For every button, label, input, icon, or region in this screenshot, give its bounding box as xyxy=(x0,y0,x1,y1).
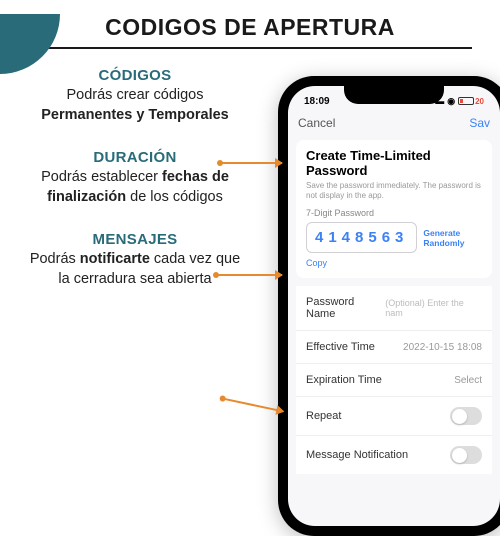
expiration-value: Select xyxy=(454,375,482,386)
generate-button[interactable]: Generate Randomly xyxy=(423,228,482,248)
password-name-row[interactable]: Password Name (Optional) Enter the nam xyxy=(296,286,492,331)
notification-toggle[interactable] xyxy=(450,446,482,464)
arrow-icon xyxy=(222,398,283,413)
cancel-button[interactable]: Cancel xyxy=(298,116,335,130)
name-placeholder: (Optional) Enter the nam xyxy=(385,298,482,318)
settings-list: Password Name (Optional) Enter the nam E… xyxy=(296,286,492,474)
nav-bar: Cancel Sav xyxy=(288,112,500,134)
phone-notch xyxy=(344,86,444,104)
section-duration: DURACIÓN Podrás establecer fechas de fin… xyxy=(24,149,246,207)
password-label: 7-Digit Password xyxy=(306,208,482,218)
arrow-icon xyxy=(220,162,282,164)
repeat-row: Repeat xyxy=(296,397,492,436)
battery-icon: 20 xyxy=(458,97,484,106)
arrow-icon xyxy=(216,274,282,276)
phone-screen: 18:09 ▬ ◉ 20 Cancel Sav Create Time-Limi… xyxy=(288,86,500,526)
card-subtitle: Save the password immediately. The passw… xyxy=(306,181,482,200)
repeat-toggle[interactable] xyxy=(450,407,482,425)
phone-mockup: 18:09 ▬ ◉ 20 Cancel Sav Create Time-Limi… xyxy=(278,76,500,536)
effective-value: 2022-10-15 18:08 xyxy=(403,342,482,353)
section-title: DURACIÓN xyxy=(24,149,246,166)
section-text: Podrás establecer fechas de finalización… xyxy=(24,168,246,207)
row-label: Password Name xyxy=(306,296,385,320)
section-text: Podrás crear códigos Permanentes y Tempo… xyxy=(24,86,246,125)
save-button[interactable]: Sav xyxy=(469,116,490,130)
wifi-icon: ◉ xyxy=(447,96,455,107)
row-label: Message Notification xyxy=(306,449,408,461)
section-messages: MENSAJES Podrás notificarte cada vez que… xyxy=(24,231,246,289)
card-title: Create Time-Limited Password xyxy=(306,148,482,178)
notification-row: Message Notification xyxy=(296,436,492,474)
section-title: MENSAJES xyxy=(24,231,246,248)
features-column: CÓDIGOS Podrás crear códigos Permanentes… xyxy=(24,67,254,313)
password-display: 4148563 xyxy=(306,222,417,253)
section-codes: CÓDIGOS Podrás crear códigos Permanentes… xyxy=(24,67,246,125)
password-row: 4148563 Generate Randomly xyxy=(306,222,482,253)
section-title: CÓDIGOS xyxy=(24,67,246,84)
status-right: ▬ ◉ 20 xyxy=(435,96,484,107)
expiration-time-row[interactable]: Expiration Time Select xyxy=(296,364,492,397)
section-text: Podrás notificarte cada vez que la cerra… xyxy=(24,250,246,289)
row-label: Repeat xyxy=(306,410,341,422)
row-label: Effective Time xyxy=(306,341,375,353)
status-time: 18:09 xyxy=(304,96,330,107)
row-label: Expiration Time xyxy=(306,374,382,386)
copy-button[interactable]: Copy xyxy=(306,258,482,268)
password-card: Create Time-Limited Password Save the pa… xyxy=(296,140,492,278)
effective-time-row[interactable]: Effective Time 2022-10-15 18:08 xyxy=(296,331,492,364)
page-title: CODIGOS DE APERTURA xyxy=(0,14,500,41)
